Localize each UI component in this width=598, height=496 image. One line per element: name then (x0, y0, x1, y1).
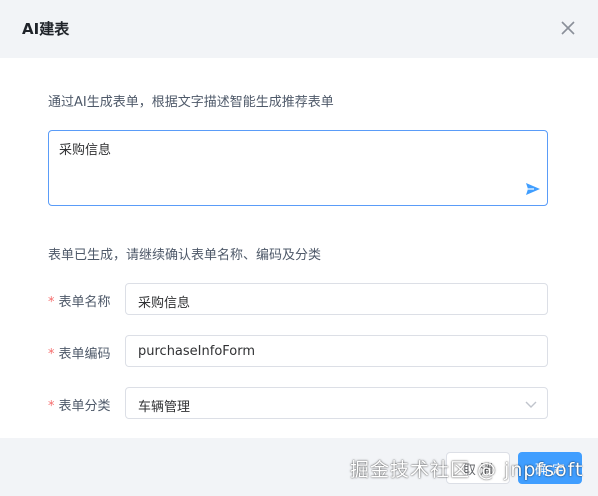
required-mark: * (48, 399, 55, 414)
required-mark: * (48, 347, 55, 362)
form-code-input[interactable]: purchaseInfoForm (125, 335, 548, 367)
form-row-code: * 表单编码 purchaseInfoForm (0, 335, 598, 367)
form-row-name: * 表单名称 采购信息 (0, 283, 598, 315)
send-icon[interactable] (525, 181, 541, 197)
form-label-name: * 表单名称 (48, 295, 111, 310)
form-row-category: * 表单分类 车辆管理 (0, 387, 598, 419)
dialog-header: AI建表 (0, 0, 598, 58)
form-name-value: 采购信息 (138, 296, 191, 311)
watermark: 掘金技术社区 @ jnpfsoft (350, 459, 584, 481)
dialog-title: AI建表 (22, 20, 70, 38)
generation-status-text: 表单已生成，请继续确认表单名称、编码及分类 (48, 248, 322, 263)
form-name-input[interactable]: 采购信息 (125, 283, 548, 315)
form-label-category: * 表单分类 (48, 399, 111, 414)
dialog-description: 通过AI生成表单，根据文字描述智能生成推荐表单 (48, 95, 334, 110)
form-label-code: * 表单编码 (48, 347, 111, 362)
required-mark: * (48, 295, 55, 310)
form-category-value: 车辆管理 (138, 400, 191, 415)
chevron-down-icon (525, 401, 537, 408)
form-code-value: purchaseInfoForm (138, 344, 256, 359)
prompt-textarea-value: 采购信息 (59, 143, 112, 158)
form-category-select[interactable]: 车辆管理 (125, 387, 548, 419)
close-icon[interactable] (559, 19, 577, 37)
prompt-textarea[interactable]: 采购信息 (48, 130, 548, 206)
ai-create-table-dialog: AI建表 通过AI生成表单，根据文字描述智能生成推荐表单 采购信息 表单已生成，… (0, 0, 598, 496)
